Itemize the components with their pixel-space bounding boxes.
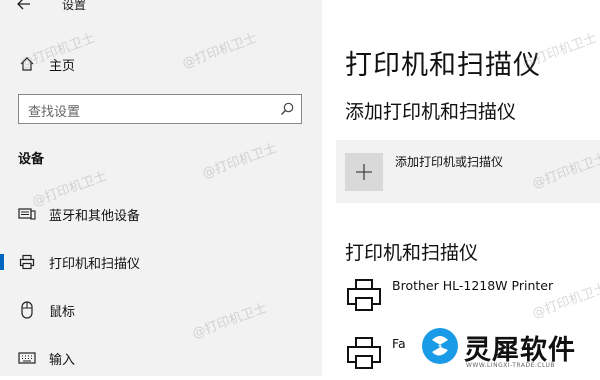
printer-name: Fa	[392, 336, 406, 351]
printer-list-item[interactable]: Brother HL-1218W Printer	[336, 274, 600, 322]
printer-name: Brother HL-1218W Printer	[392, 278, 554, 293]
printer-icon	[347, 279, 381, 311]
window-title: 设置	[62, 0, 87, 12]
add-section-title: 添加打印机和扫描仪	[345, 101, 517, 123]
bluetooth-devices-icon	[18, 205, 36, 223]
sidebar-item-label: 鼠标	[49, 304, 76, 320]
sidebar-item-bluetooth[interactable]: 蓝牙和其他设备	[0, 194, 322, 234]
printer-list-title: 打印机和扫描仪	[345, 242, 479, 264]
sidebar-item-printers[interactable]: 打印机和扫描仪	[0, 242, 322, 282]
sidebar-item-label: 蓝牙和其他设备	[49, 208, 141, 224]
back-arrow-icon	[17, 0, 30, 10]
printer-icon	[18, 253, 36, 271]
search-input[interactable]: 查找设置	[18, 94, 302, 124]
sidebar-item-label: 主页	[49, 58, 76, 74]
home-icon	[18, 55, 36, 73]
keyboard-icon	[18, 349, 36, 367]
sidebar-item-mouse[interactable]: 鼠标	[0, 290, 322, 330]
search-placeholder: 查找设置	[28, 105, 81, 120]
mouse-icon	[18, 301, 36, 319]
logo-mark-icon	[422, 328, 458, 364]
page-title: 打印机和扫描仪	[345, 50, 541, 81]
sidebar-item-home[interactable]: 主页	[0, 44, 322, 84]
logo-url-text: WWW.LINGXI-TRADE.CLUB	[466, 362, 556, 369]
brand-logo: 灵犀软件 WWW.LINGXI-TRADE.CLUB	[414, 322, 600, 376]
printer-icon	[347, 337, 381, 369]
section-title: 设备	[18, 152, 45, 167]
search-icon	[281, 102, 294, 115]
sidebar-item-label: 打印机和扫描仪	[49, 256, 141, 272]
add-printer-button[interactable]: 添加打印机或扫描仪	[336, 140, 600, 203]
back-button[interactable]	[12, 0, 36, 14]
sidebar-item-label: 输入	[49, 352, 76, 368]
sidebar-item-input[interactable]: 输入	[0, 338, 322, 378]
selection-indicator	[0, 254, 4, 270]
plus-icon	[345, 153, 383, 191]
add-printer-label: 添加打印机或扫描仪	[395, 155, 504, 169]
